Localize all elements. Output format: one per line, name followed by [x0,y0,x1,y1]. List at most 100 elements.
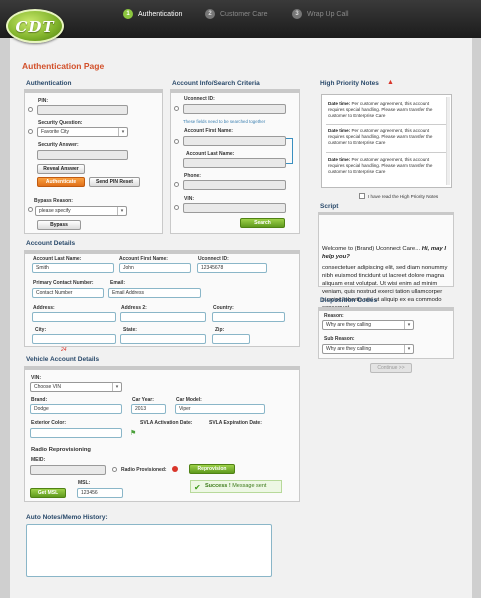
phone-label: Phone: [184,173,201,179]
step-authentication[interactable]: 1 Authentication [123,8,182,20]
meid-input[interactable] [30,465,106,475]
search-button[interactable]: Search [240,218,285,228]
search-hint: These fields need to be searched togethe… [183,119,266,124]
bypass-button[interactable]: Bypass [37,220,81,230]
script-greeting: Welcome to (Brand) Uconnect Care... Hi, … [322,246,446,260]
phone-input[interactable] [183,180,286,190]
scrollbar[interactable] [446,97,450,185]
last-name-input[interactable] [183,158,286,168]
brand-label: Brand: [31,397,48,403]
exterior-color-label: Exterior Color: [31,420,67,426]
chevron-down-icon: ▾ [112,383,121,391]
authenticate-button[interactable]: Authenticate [37,177,85,187]
sub-reason-label: Sub Reason: [324,336,355,342]
car-year-input[interactable]: 2013 [131,404,166,414]
notes-title: Auto Notes/Memo History: [26,514,108,521]
linked-fields-bracket [286,138,293,164]
account-last-name-input[interactable]: Smith [32,263,114,273]
vehicle-details-title: Vehicle Account Details [26,356,100,363]
name-search-radio[interactable] [174,139,179,144]
meid-label: MEID: [31,457,46,463]
city-input[interactable] [32,334,116,344]
list-item: Date time: Per customer agreement, this … [328,157,433,174]
chevron-down-icon: ▾ [118,128,127,136]
security-answer-input[interactable] [37,150,128,160]
chevron-down-icon: ▾ [404,345,413,353]
country-input[interactable] [212,312,285,322]
step-number: 1 [123,9,133,19]
read-notes-label: I have read the High Priority Notes [368,194,439,199]
flag-icon: ⚑ [130,430,137,437]
high-priority-notes-list[interactable]: Date time: Per customer agreement, this … [321,94,452,188]
bypass-reason-select[interactable]: please specify ▾ [35,206,127,216]
security-question-label: Security Question: [38,120,83,126]
account-first-name-input[interactable]: John [119,263,191,273]
vin-radio[interactable] [174,205,179,210]
address2-label: Address 2: [121,305,147,311]
brand-input[interactable]: Dodge [30,404,122,414]
reason-select[interactable]: Why are they calling ▾ [322,320,414,330]
security-answer-label: Security Answer: [38,142,79,148]
svla-activation-label: SVLA Activation Date: [140,420,193,426]
reprovision-button[interactable]: Reprovision [189,464,235,474]
uconnect-id-input[interactable] [183,104,286,114]
list-item: Date time: Per customer agreement, this … [328,128,433,145]
zip-input[interactable] [212,334,250,344]
vin-input[interactable] [183,203,286,213]
radio-provisioned-label: Radio Provisioned: [121,467,167,473]
account-uconnect-id-label: Uconnect ID: [198,256,229,262]
step-wrap-up-call[interactable]: 3 Wrap Up Call [292,8,349,20]
vehicle-vin-label: VIN: [31,375,41,381]
bypass-reason-value: please specify [39,208,71,214]
address2-input[interactable] [120,312,206,322]
car-model-label: Car Model: [176,397,202,403]
email-input[interactable]: Email Address [108,288,201,298]
vehicle-vin-select[interactable]: Choose VIN ▾ [30,382,122,392]
authentication-section-title: Authentication [26,80,72,87]
sub-reason-select[interactable]: Why are they calling ▾ [322,344,414,354]
phone-radio[interactable] [174,182,179,187]
pin-radio[interactable] [28,107,33,112]
notes-textarea[interactable] [26,524,272,577]
success-toast: ✔ Success ! Message sent [190,480,282,493]
reason-label: Reason: [324,313,344,319]
chevron-down-icon: ▾ [117,207,126,215]
list-item: Date time: Per customer agreement, this … [328,101,433,118]
reveal-answer-button[interactable]: Reveal Answer [37,164,85,174]
state-input[interactable] [120,334,206,344]
warning-icon: ▲ [387,79,394,86]
account-uconnect-id-input[interactable]: 12345678 [197,263,267,273]
step-number: 3 [292,9,302,19]
city-label: City: [35,327,47,333]
step-label: Wrap Up Call [307,10,349,18]
msl-input[interactable]: 123456 [77,488,123,498]
bypass-reason-label: Bypass Reason: [34,198,73,204]
zip-label: Zip: [215,327,225,333]
first-name-input[interactable] [183,136,286,146]
page-title: Authentication Page [22,61,105,71]
state-label: State: [123,327,137,333]
first-name-label: Account First Name: [184,128,233,134]
security-question-select[interactable]: Favorite City ▾ [37,127,128,137]
send-pin-reset-button[interactable]: Send PIN Reset [89,177,140,187]
get-msl-button[interactable]: Get MSL [30,488,66,498]
car-year-label: Car Year: [132,397,154,403]
annotation-marker: 24 [61,347,67,353]
step-customer-care[interactable]: 2 Customer Care [205,8,267,20]
checkmark-icon: ✔ [194,483,201,492]
radio-provisioned-radio[interactable] [112,467,117,472]
read-notes-checkbox[interactable] [359,193,365,199]
divider [326,124,446,125]
primary-contact-label: Primary Contact Number: [33,280,94,286]
continue-button[interactable]: Continue >> [370,363,412,373]
bypass-radio[interactable] [28,207,33,212]
exterior-color-input[interactable] [30,428,122,438]
primary-contact-input[interactable]: Contact Number [32,288,104,298]
security-question-radio[interactable] [28,129,33,134]
car-model-input[interactable]: Viper [175,404,265,414]
vehicle-vin-value: Choose VIN [34,384,61,390]
pin-input[interactable] [37,105,128,115]
sub-reason-value: Why are they calling [326,346,372,352]
address-input[interactable] [32,312,116,322]
uconnect-id-radio[interactable] [174,106,179,111]
